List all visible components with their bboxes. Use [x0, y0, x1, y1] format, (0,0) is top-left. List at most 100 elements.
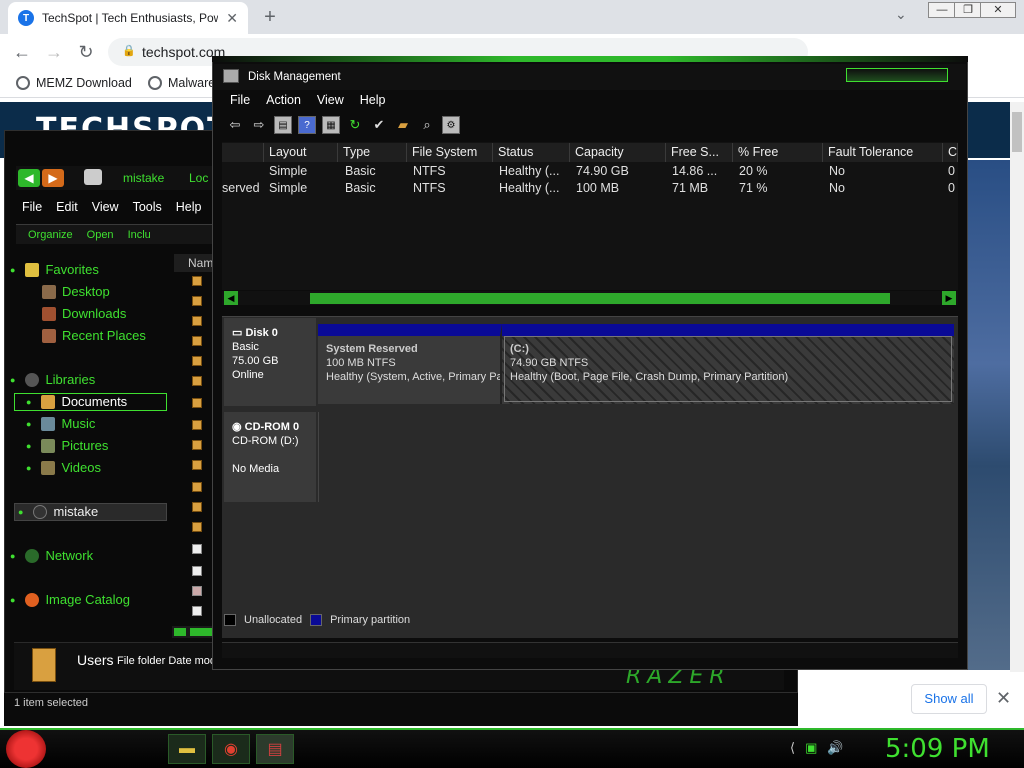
close-download-bar-icon[interactable]: ✕ — [996, 688, 1011, 709]
nav-videos[interactable]: ● Videos — [26, 460, 101, 475]
console-tree-icon[interactable]: ▤ — [274, 116, 292, 134]
folder-icon[interactable] — [192, 356, 202, 366]
menu-file[interactable]: File — [22, 200, 42, 220]
breadcrumb-mistake[interactable]: mistake — [123, 171, 164, 185]
back-arrow-icon[interactable]: ⇦ — [226, 116, 244, 134]
column-header-fault-tolerance[interactable]: Fault Tolerance — [823, 143, 943, 162]
name-column-header[interactable]: Nam — [174, 254, 214, 272]
volume-icon[interactable]: 🔊 — [827, 740, 843, 756]
partition-system-reserved[interactable]: System Reserved 100 MB NTFS Healthy (Sys… — [318, 324, 502, 404]
new-tab-button[interactable]: + — [258, 5, 282, 29]
nav-music[interactable]: ● Music — [26, 416, 95, 431]
menu-edit[interactable]: Edit — [56, 200, 78, 220]
help-icon[interactable]: ? — [298, 116, 316, 134]
menu-tools[interactable]: Tools — [133, 200, 162, 220]
column-header-percent-free[interactable]: % Free — [733, 143, 823, 162]
column-header-overhead[interactable]: C — [943, 143, 958, 162]
maximize-button[interactable]: ❐ — [954, 2, 982, 18]
bookmark-malware[interactable]: Malware — [148, 76, 215, 90]
show-all-button[interactable]: Show all — [911, 684, 987, 714]
taskbar-chrome[interactable]: ◉ — [212, 734, 250, 764]
settings-icon[interactable]: ⚙ — [442, 116, 460, 134]
menu-help[interactable]: Help — [176, 200, 202, 220]
column-header-volume[interactable] — [222, 143, 264, 162]
taskbar-explorer[interactable]: ▬ — [168, 734, 206, 764]
folder-icon[interactable] — [192, 502, 202, 512]
column-header-status[interactable]: Status — [493, 143, 570, 162]
menu-view[interactable]: View — [317, 90, 344, 110]
tab-search-chevron-icon[interactable]: ⌄ — [895, 6, 907, 23]
open-folder-icon[interactable]: ▰ — [394, 116, 412, 134]
window-control-buttons[interactable] — [846, 68, 948, 82]
nav-downloads[interactable]: Downloads — [42, 306, 126, 321]
scroll-thumb[interactable] — [190, 628, 214, 636]
column-header-capacity[interactable]: Capacity — [570, 143, 666, 162]
folder-icon[interactable] — [192, 440, 202, 450]
close-window-button[interactable]: ✕ — [980, 2, 1016, 18]
menu-help[interactable]: Help — [360, 90, 386, 110]
file-icon[interactable] — [192, 606, 202, 616]
folder-icon[interactable] — [192, 420, 202, 430]
include-button[interactable]: Inclu — [128, 225, 151, 244]
nav-recent-places[interactable]: Recent Places — [42, 328, 146, 343]
organize-button[interactable]: Organize — [28, 225, 73, 244]
network-icon[interactable]: ▣ — [805, 740, 817, 756]
lock-icon[interactable]: 🔒 — [122, 44, 136, 57]
nav-documents[interactable]: ● Documents — [26, 394, 127, 409]
close-tab-icon[interactable]: ✕ — [226, 10, 238, 27]
menu-view[interactable]: View — [92, 200, 119, 220]
back-arrow-icon[interactable]: ← — [10, 40, 34, 64]
breadcrumb-local[interactable]: Loc — [189, 171, 208, 185]
scroll-right-arrow-icon[interactable]: ▶ — [942, 291, 956, 305]
reload-icon[interactable]: ↻ — [74, 40, 98, 64]
minimize-button[interactable]: — — [928, 2, 956, 18]
nav-desktop[interactable]: Desktop — [42, 284, 110, 299]
nav-libraries[interactable]: ● Libraries — [10, 372, 95, 387]
folder-icon[interactable] — [192, 376, 202, 386]
page-scrollbar[interactable] — [1010, 102, 1024, 672]
scroll-left-arrow-icon[interactable]: ◀ — [224, 291, 238, 305]
file-icon[interactable] — [192, 544, 202, 554]
nav-pictures[interactable]: ● Pictures — [26, 438, 108, 453]
menu-action[interactable]: Action — [266, 90, 301, 110]
page-scroll-thumb[interactable] — [1012, 112, 1022, 152]
folder-icon[interactable] — [192, 398, 202, 408]
scroll-thumb[interactable] — [310, 293, 890, 304]
folder-icon[interactable] — [192, 276, 202, 286]
folder-icon[interactable] — [192, 482, 202, 492]
folder-icon[interactable] — [192, 316, 202, 326]
browser-tab[interactable]: T TechSpot | Tech Enthusiasts, Pow ✕ — [8, 2, 248, 34]
bookmark-memz[interactable]: MEMZ Download — [16, 76, 132, 90]
nav-favorites[interactable]: ● Favorites — [10, 262, 99, 277]
file-icon[interactable] — [192, 586, 202, 596]
start-button[interactable] — [6, 730, 46, 768]
column-header-type[interactable]: Type — [338, 143, 407, 162]
properties-icon[interactable]: ▦ — [322, 116, 340, 134]
nav-image-catalog[interactable]: ● Image Catalog — [10, 592, 130, 607]
back-arrow-icon[interactable]: ◀ — [18, 169, 40, 187]
nav-network[interactable]: ● Network — [10, 548, 93, 563]
column-header-file-system[interactable]: File System — [407, 143, 493, 162]
refresh-icon[interactable]: ↻ — [346, 116, 364, 134]
checkmark-icon[interactable]: ✔ — [370, 116, 388, 134]
disk-0-label[interactable]: ▭ Disk 0 Basic 75.00 GB Online — [224, 318, 316, 406]
forward-arrow-icon[interactable]: ▶ — [42, 169, 64, 187]
search-icon[interactable]: ⌕ — [418, 116, 436, 134]
folder-icon[interactable] — [192, 522, 202, 532]
scroll-left-arrow-icon[interactable] — [174, 628, 186, 636]
folder-icon[interactable] — [192, 460, 202, 470]
menu-file[interactable]: File — [230, 90, 250, 110]
taskbar-disk-management[interactable]: ▤ — [256, 734, 294, 764]
open-button[interactable]: Open — [87, 225, 114, 244]
forward-arrow-icon[interactable]: → — [42, 40, 66, 64]
taskbar-clock[interactable]: 5:09 PM — [885, 734, 990, 764]
nav-mistake[interactable]: ● mistake — [18, 504, 98, 519]
column-header-free-space[interactable]: Free S... — [666, 143, 733, 162]
forward-arrow-icon[interactable]: ⇨ — [250, 116, 268, 134]
column-header-layout[interactable]: Layout — [264, 143, 338, 162]
cdrom-0-label[interactable]: ◉ CD-ROM 0 CD-ROM (D:) No Media — [224, 412, 316, 502]
folder-icon[interactable] — [192, 336, 202, 346]
folder-icon[interactable] — [192, 296, 202, 306]
show-hidden-icons-icon[interactable]: ⟨ — [790, 740, 795, 756]
cdrom-partition-area[interactable] — [318, 412, 954, 502]
